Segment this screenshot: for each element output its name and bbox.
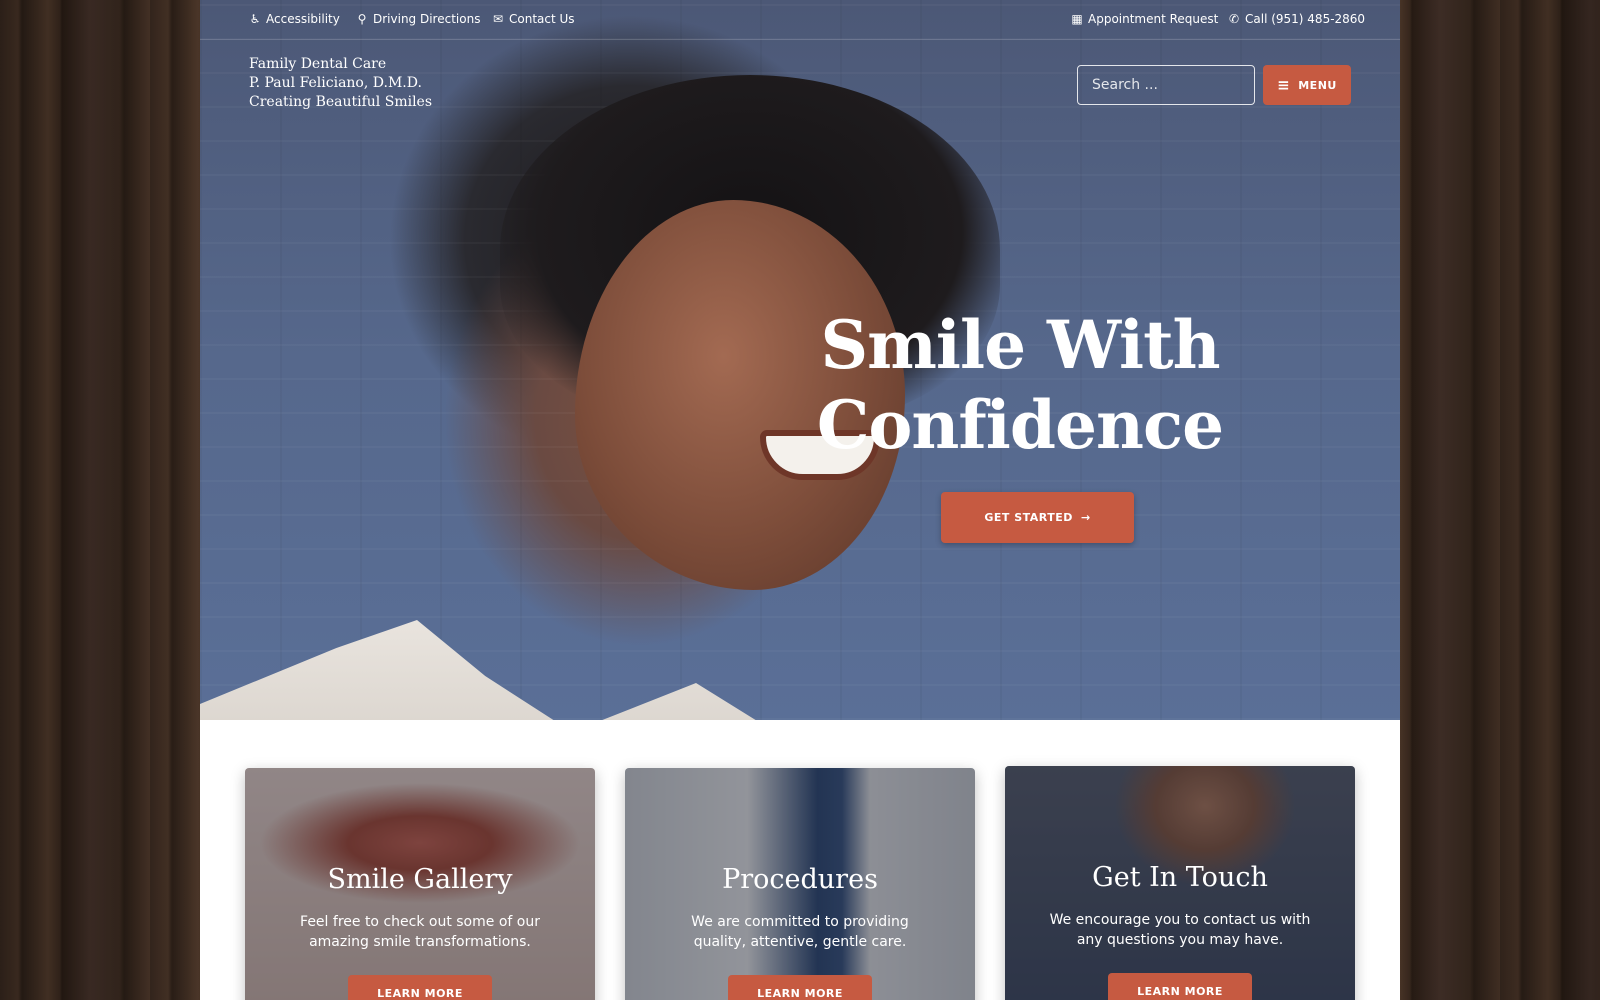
call-phone-label: Call (951) 485-2860 xyxy=(1245,12,1366,26)
get-started-label: GET STARTED xyxy=(984,511,1073,524)
page-container: ♿ Accessibility ⚲ Driving Directions ✉ C… xyxy=(200,0,1400,1000)
contact-us-link[interactable]: ✉ Contact Us xyxy=(492,12,575,26)
card-text: Feel free to check out some of our amazi… xyxy=(300,914,540,950)
wheelchair-icon: ♿ xyxy=(249,12,261,26)
site-logo[interactable]: Family Dental Care P. Paul Feliciano, D.… xyxy=(249,55,432,112)
contact-us-label: Contact Us xyxy=(509,12,575,26)
driving-directions-label: Driving Directions xyxy=(373,12,481,26)
hero-headline-line2: Confidence xyxy=(816,386,1224,464)
card-title: Smile Gallery xyxy=(327,864,513,895)
map-marker-icon: ⚲ xyxy=(357,12,367,26)
logo-line-doctor: P. Paul Feliciano, D.M.D. xyxy=(249,75,422,91)
driving-directions-link[interactable]: ⚲ Driving Directions xyxy=(356,12,481,26)
card-procedures: Procedures We are committed to providing… xyxy=(625,768,975,1000)
card-title: Get In Touch xyxy=(1092,862,1268,893)
hamburger-icon: ≡ xyxy=(1277,76,1291,94)
hero-headline: Smile With Confidence xyxy=(800,305,1240,465)
logo-line-practice: Family Dental Care xyxy=(249,56,387,72)
accessibility-link[interactable]: ♿ Accessibility xyxy=(249,12,340,26)
menu-button[interactable]: ≡ MENU xyxy=(1263,65,1351,105)
envelope-icon: ✉ xyxy=(492,12,504,26)
logo-line-tagline: Creating Beautiful Smiles xyxy=(249,94,433,110)
phone-icon: ✆ xyxy=(1228,12,1240,26)
card-get-in-touch: Get In Touch We encourage you to contact… xyxy=(1005,766,1355,1000)
learn-more-button[interactable]: LEARN MORE xyxy=(728,975,872,1000)
calendar-icon: ▦ xyxy=(1071,12,1083,26)
search-input[interactable] xyxy=(1078,66,1266,104)
card-text: We encourage you to contact us with any … xyxy=(1049,912,1311,948)
learn-more-button[interactable]: LEARN MORE xyxy=(348,975,492,1000)
get-started-button[interactable]: GET STARTED → xyxy=(941,492,1134,543)
menu-label: MENU xyxy=(1298,78,1337,92)
appointment-request-label: Appointment Request xyxy=(1088,12,1219,26)
accessibility-label: Accessibility xyxy=(266,12,340,26)
learn-more-button[interactable]: LEARN MORE xyxy=(1108,973,1252,1000)
arrow-right-icon: → xyxy=(1080,511,1091,524)
top-utility-bar: ♿ Accessibility ⚲ Driving Directions ✉ C… xyxy=(200,0,1400,40)
hero-headline-line1: Smile With xyxy=(820,306,1220,384)
call-phone-link[interactable]: ✆ Call (951) 485-2860 xyxy=(1228,12,1365,26)
card-smile-gallery: Smile Gallery Feel free to check out som… xyxy=(245,768,595,1000)
hero-section: ♿ Accessibility ⚲ Driving Directions ✉ C… xyxy=(200,0,1400,720)
card-title: Procedures xyxy=(722,864,878,895)
appointment-request-link[interactable]: ▦ Appointment Request xyxy=(1071,12,1218,26)
search-form: ⚲ xyxy=(1077,65,1277,105)
card-text: We are committed to providing quality, a… xyxy=(691,914,909,950)
